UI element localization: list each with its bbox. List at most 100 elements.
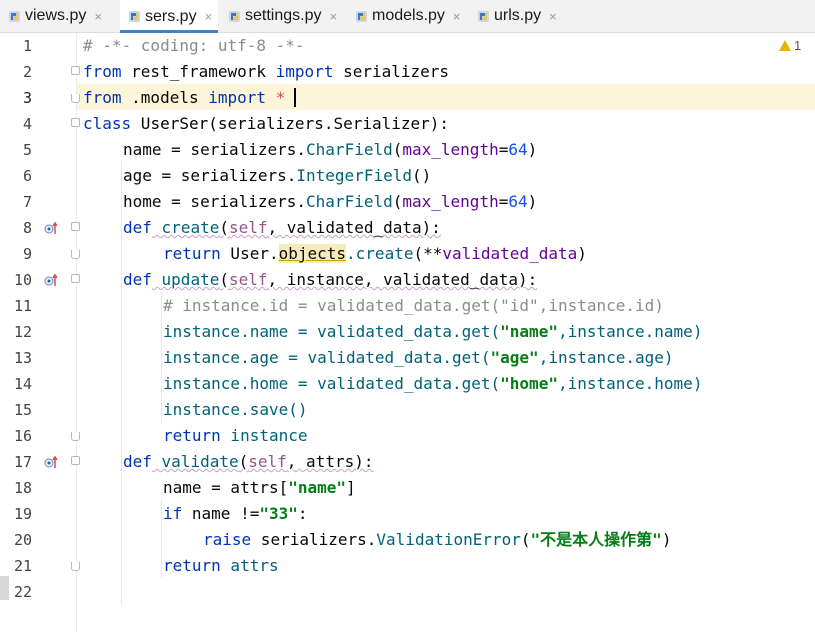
- line-number[interactable]: 21: [0, 557, 32, 575]
- code-token: (: [238, 452, 249, 471]
- tab-settings-py[interactable]: settings.py ×: [228, 0, 348, 32]
- line-number[interactable]: 10: [0, 271, 32, 289]
- number: 64: [508, 192, 528, 211]
- code-line-7[interactable]: home = serializers.CharField(max_length=…: [123, 189, 537, 215]
- fold-end-icon[interactable]: [71, 94, 80, 103]
- code-line-12[interactable]: instance.name = validated_data.get("name…: [163, 319, 702, 345]
- code-token: , attrs):: [286, 452, 374, 471]
- keyword: raise: [203, 530, 252, 549]
- code-line-1[interactable]: # -*- coding: utf-8 -*-: [83, 33, 305, 59]
- line-number[interactable]: 7: [0, 193, 32, 211]
- code-line-8[interactable]: def create(self, validated_data):: [123, 215, 441, 241]
- python-file-icon: [228, 10, 241, 23]
- fold-end-icon[interactable]: [71, 250, 80, 259]
- code-token: instance.save(): [163, 400, 308, 419]
- string: "33": [259, 504, 298, 523]
- line-number[interactable]: 18: [0, 479, 32, 497]
- fold-icon[interactable]: [71, 456, 80, 465]
- string: "name": [288, 478, 347, 497]
- self-param: self: [228, 218, 268, 237]
- line-number[interactable]: 8: [0, 219, 32, 237]
- keyword: def: [123, 218, 152, 237]
- tab-label: sers.py: [145, 7, 197, 25]
- tab-views-py[interactable]: views.py ×: [8, 0, 110, 32]
- code-line-13[interactable]: instance.age = validated_data.get("age",…: [163, 345, 674, 371]
- code-line-17[interactable]: def validate(self, attrs):: [123, 449, 373, 475]
- warning-count: 1: [794, 38, 802, 53]
- code-line-9[interactable]: return User.objects.create(**validated_d…: [163, 241, 587, 267]
- line-number[interactable]: 6: [0, 167, 32, 185]
- tab-sers-py[interactable]: sers.py ×: [120, 0, 218, 33]
- call: CharField: [306, 192, 393, 211]
- code-token: ,instance.age): [538, 348, 674, 367]
- tab-urls-py[interactable]: urls.py ×: [477, 0, 572, 32]
- code-token: instance.age = validated_data.get(: [163, 348, 491, 367]
- fold-icon[interactable]: [71, 222, 80, 231]
- override-method-icon[interactable]: [44, 454, 58, 468]
- line-number[interactable]: 9: [0, 245, 32, 263]
- line-number[interactable]: 12: [0, 323, 32, 341]
- code-line-11[interactable]: # instance.id = validated_data.get("id",…: [163, 293, 664, 319]
- code-token: instance: [220, 426, 308, 445]
- keyword: return: [163, 244, 221, 263]
- code-line-3[interactable]: from .models import *: [83, 85, 285, 111]
- code-line-16[interactable]: return instance: [163, 423, 308, 449]
- override-method-icon[interactable]: [44, 272, 58, 286]
- line-number[interactable]: 17: [0, 453, 32, 471]
- close-icon[interactable]: ×: [453, 9, 461, 24]
- code-line-6[interactable]: age = serializers.IntegerField(): [123, 163, 431, 189]
- code-line-19[interactable]: if name !="33":: [163, 501, 308, 527]
- line-number[interactable]: 22: [0, 583, 32, 601]
- code-line-10[interactable]: def update(self, instance, validated_dat…: [123, 267, 537, 293]
- code-line-20[interactable]: raise serializers.ValidationError("不是本人操…: [203, 527, 671, 553]
- code-token: (: [219, 218, 229, 237]
- code-line-14[interactable]: instance.home = validated_data.get("home…: [163, 371, 702, 397]
- line-number[interactable]: 3: [0, 89, 32, 107]
- tab-label: views.py: [25, 7, 87, 24]
- fold-icon[interactable]: [71, 274, 80, 283]
- code-token: =: [498, 140, 509, 159]
- line-number[interactable]: 1: [0, 37, 32, 55]
- code-token: ): [527, 192, 538, 211]
- line-number[interactable]: 5: [0, 141, 32, 159]
- line-number[interactable]: 11: [0, 297, 32, 315]
- fold-icon[interactable]: [71, 118, 80, 127]
- close-icon[interactable]: ×: [549, 9, 557, 24]
- code-line-4[interactable]: class UserSer(serializers.Serializer):: [83, 111, 449, 137]
- code-token: =: [498, 192, 509, 211]
- code-token: attrs: [220, 556, 279, 575]
- code-line-2[interactable]: from rest_framework import serializers: [83, 59, 449, 85]
- fold-icon[interactable]: [71, 66, 80, 75]
- line-number[interactable]: 15: [0, 401, 32, 419]
- tab-models-py[interactable]: models.py ×: [355, 0, 467, 32]
- wildcard: *: [266, 88, 286, 107]
- line-number[interactable]: 2: [0, 63, 32, 81]
- close-icon[interactable]: ×: [329, 9, 337, 24]
- line-number[interactable]: 20: [0, 531, 32, 549]
- close-icon[interactable]: ×: [94, 9, 102, 24]
- line-number[interactable]: 13: [0, 349, 32, 367]
- override-method-icon[interactable]: [44, 220, 58, 234]
- tab-label: models.py: [372, 7, 445, 24]
- python-file-icon: [8, 10, 21, 23]
- keyword: from: [83, 62, 122, 81]
- code-line-18[interactable]: name = attrs["name"]: [163, 475, 356, 501]
- code-token: User.: [220, 244, 279, 263]
- warning-highlight: objects: [278, 244, 347, 263]
- class-name: UserSer: [131, 114, 209, 133]
- close-icon[interactable]: ×: [205, 9, 213, 24]
- function-name: create: [151, 218, 220, 237]
- inspection-widget[interactable]: 1: [779, 38, 801, 53]
- code-token: validated_data: [442, 244, 578, 263]
- code-line-15[interactable]: instance.save(): [163, 397, 308, 423]
- code-token: ): [577, 244, 587, 263]
- fold-end-icon[interactable]: [71, 432, 80, 441]
- code-line-21[interactable]: return attrs: [163, 553, 279, 579]
- line-number[interactable]: 4: [0, 115, 32, 133]
- line-number[interactable]: 19: [0, 505, 32, 523]
- line-number[interactable]: 14: [0, 375, 32, 393]
- comment: # instance.id = validated_data.get("id",…: [163, 296, 664, 315]
- code-line-5[interactable]: name = serializers.CharField(max_length=…: [123, 137, 537, 163]
- line-number[interactable]: 16: [0, 427, 32, 445]
- fold-end-icon[interactable]: [71, 562, 80, 571]
